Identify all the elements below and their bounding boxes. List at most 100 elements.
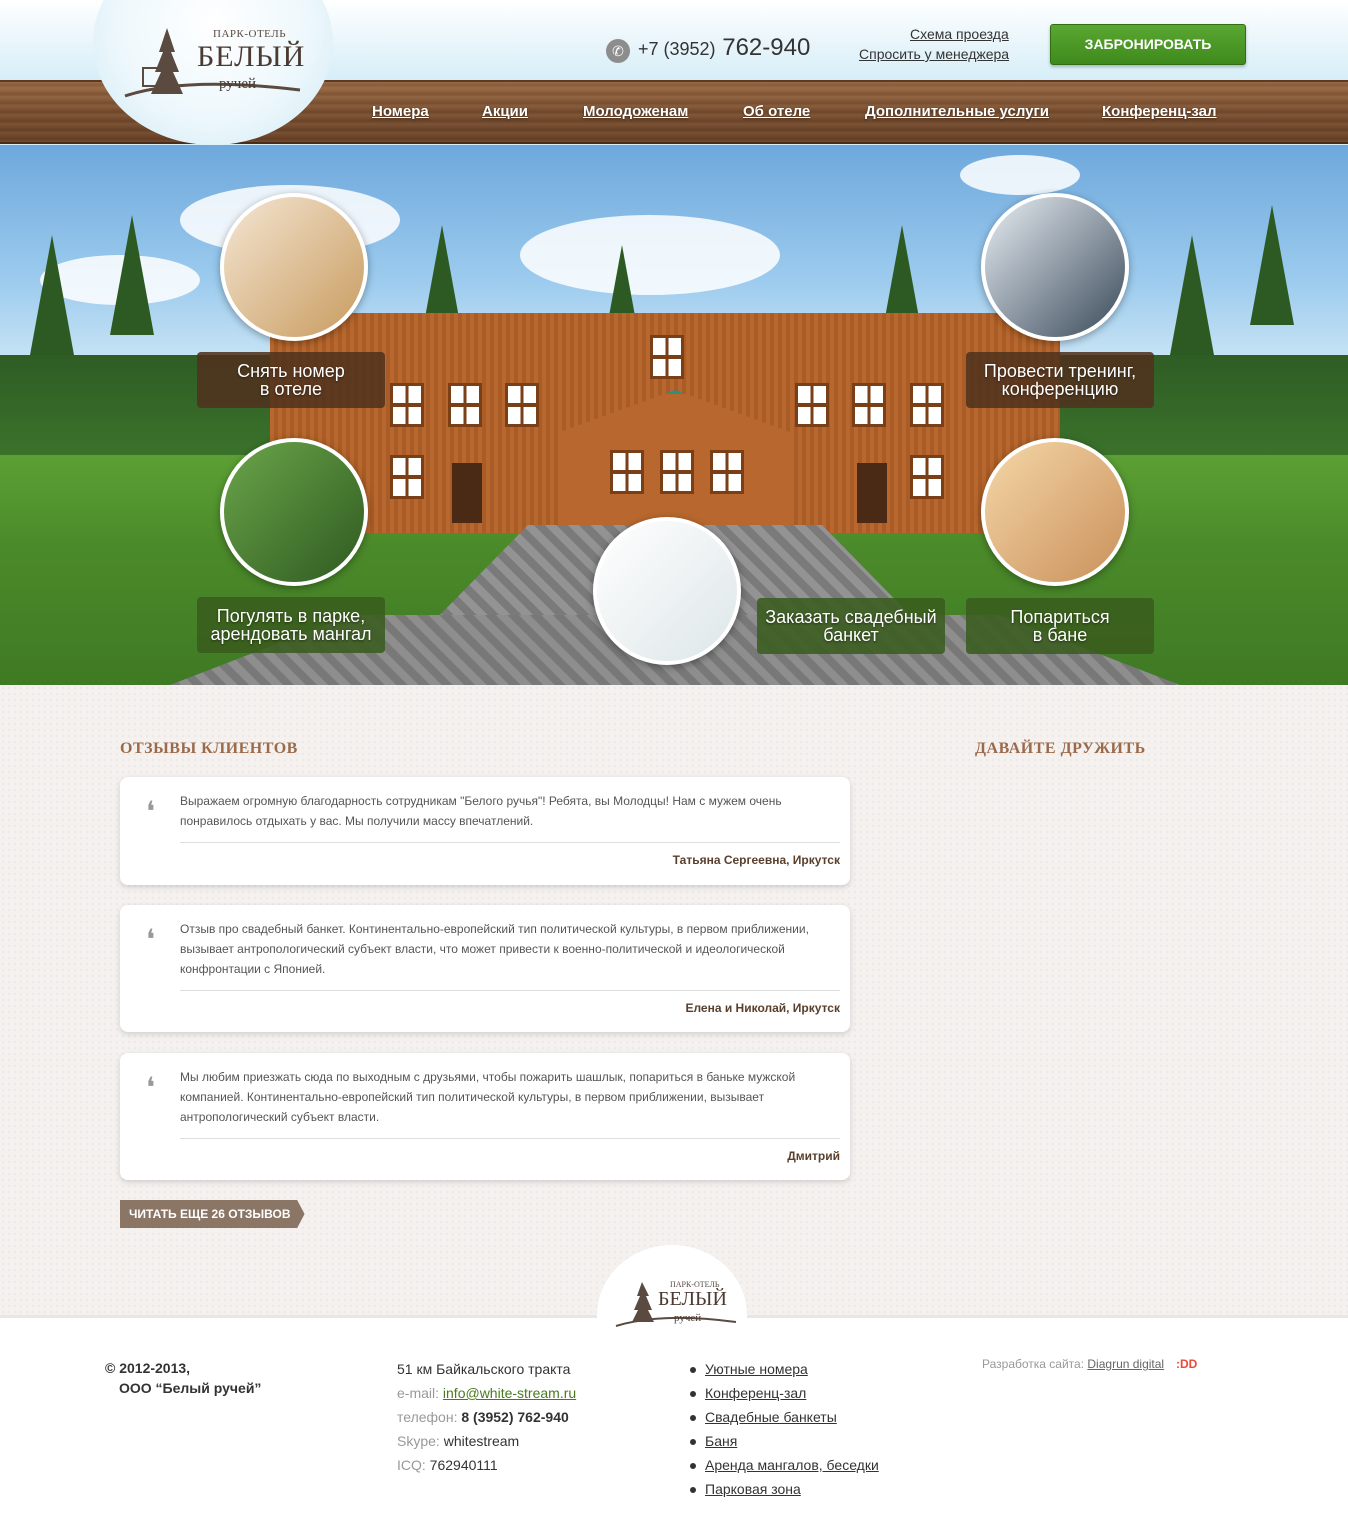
footer-link-grill-rental[interactable]: Аренда мангалов, беседки [705,1457,879,1473]
footer-logo-title: БЕЛЫЙ [658,1288,727,1310]
review-card: ❛ Выражаем огромную благодарность сотруд… [120,777,850,885]
hotel-window [852,383,886,427]
header-phone: +7 (3952) 762-940 [638,34,810,62]
developer-logo[interactable]: :DD [1176,1357,1197,1371]
book-button[interactable]: ЗАБРОНИРОВАТЬ [1050,24,1246,65]
footer-logo-subtitle: ручей [674,1312,702,1324]
review-author: Елена и Николай, Иркутск [685,1001,840,1015]
bullet-icon [690,1439,696,1446]
footer-link-item[interactable]: Конференц-зал [690,1385,806,1401]
training-label-line1: Провести тренинг, [983,361,1137,381]
review-author: Татьяна Сергеевна, Иркутск [672,853,840,867]
park-label[interactable]: Погулять в парке, арендовать мангал [197,597,385,653]
footer-link-conference[interactable]: Конференц-зал [705,1385,806,1401]
bullet-icon [690,1415,696,1422]
nav-rooms[interactable]: Номера [372,103,429,120]
footer-link-item[interactable]: Парковая зона [690,1481,801,1497]
logo-tagline: ПАРК-ОТЕЛЬ [213,28,287,40]
quote-icon: ❛ [146,1073,156,1104]
training-label[interactable]: Провести тренинг, конференцию [966,352,1154,408]
site-header: ПАРК-ОТЕЛЬ БЕЛЫЙ ручей ✆ +7 (3952) 762-9… [0,0,1348,145]
footer-link-item[interactable]: Аренда мангалов, беседки [690,1457,879,1473]
nav-extra-services[interactable]: Дополнительные услуги [865,103,1049,120]
directions-link[interactable]: Схема проезда [910,26,1009,42]
footer-link-weddings[interactable]: Свадебные банкеты [705,1409,837,1425]
hotel-window [660,450,694,494]
nav-promotions[interactable]: Акции [482,103,528,120]
footer-link-rooms[interactable]: Уютные номера [705,1361,808,1377]
footer-phone: 8 (3952) 762-940 [461,1409,569,1425]
rent-room-label-line2: в отеле [259,379,323,399]
site-logo[interactable]: ПАРК-ОТЕЛЬ БЕЛЫЙ ручей [115,24,315,104]
pine-tree [110,215,154,335]
park-label-line1: Погулять в парке, [216,606,366,626]
footer-address: 51 км Байкальского тракта [397,1361,571,1377]
park-photo-bubble[interactable] [220,438,368,586]
wedding-photo-bubble[interactable] [593,517,741,665]
cloud [520,215,780,295]
phone-number: 762-940 [722,34,811,61]
footer-logo[interactable]: ПАРК-ОТЕЛЬ БЕЛЫЙ ручей [612,1276,742,1336]
footer-link-item[interactable]: Баня [690,1433,737,1449]
wedding-label-line1: Заказать свадебный [765,607,937,627]
nav-newlyweds[interactable]: Молодоженам [583,103,688,120]
developer-link[interactable]: Diagrun digital [1087,1357,1164,1371]
sauna-photo-bubble[interactable] [981,438,1129,586]
room-photo-bubble[interactable] [220,193,368,341]
review-text: Выражаем огромную благодарность сотрудни… [180,794,782,828]
logo-title: БЕЛЫЙ [197,40,306,73]
nav-about[interactable]: Об отеле [743,103,810,120]
hotel-window [650,335,684,379]
quote-icon: ❛ [146,925,156,956]
email-label: e-mail: [397,1385,440,1401]
wedding-label[interactable]: Заказать свадебный банкет [757,598,945,654]
bullet-icon [690,1391,696,1398]
hotel-door [857,463,887,523]
review-card: ❛ Отзыв про свадебный банкет. Континента… [120,905,850,1032]
pine-tree [1250,205,1294,325]
read-more-reviews-button[interactable]: ЧИТАТЬ ЕЩЕ 26 ОТЗЫВОВ [120,1200,305,1228]
bullet-icon [690,1463,696,1470]
sauna-label[interactable]: Попариться в бане [966,598,1154,654]
cloud [960,155,1080,195]
hotel-window [610,450,644,494]
review-divider [180,990,840,991]
nav-conference-hall[interactable]: Конференц-зал [1102,103,1217,120]
friends-title: ДАВАЙТЕ ДРУЖИТЬ [975,740,1146,757]
skype-value: whitestream [443,1433,520,1449]
footer-link-item[interactable]: Свадебные банкеты [690,1409,837,1425]
pine-tree [1170,235,1214,355]
developer-credit: Разработка сайта: Diagrun digital [982,1357,1164,1371]
conference-photo-bubble[interactable] [981,193,1129,341]
pine-tree [30,235,74,355]
footer-icq-row: ICQ: 762940111 [397,1457,498,1473]
copyright-years: © 2012-2013, [105,1360,191,1376]
review-text: Мы любим приезжать сюда по выходным с др… [180,1070,796,1124]
footer-link-park[interactable]: Парковая зона [705,1481,801,1497]
footer-link-sauna[interactable]: Баня [705,1433,737,1449]
logo-subtitle: ручей [219,76,257,92]
phone-code: +7 (3952) [638,39,716,59]
hotel-window [795,383,829,427]
footer-email-row: e-mail: info@white-stream.ru [397,1385,576,1401]
ask-manager-link[interactable]: Спросить у менеджера [859,46,1009,62]
copyright-company: ООО “Белый ручей” [119,1380,262,1396]
hotel-window [390,383,424,427]
reviews-title: ОТЗЫВЫ КЛИЕНТОВ [120,740,298,757]
training-label-line2: конференцию [1001,379,1119,399]
icq-value: 762940111 [429,1457,498,1473]
phone-label: телефон: [397,1409,458,1425]
footer-skype-row: Skype: whitestream [397,1433,519,1449]
phone-icon: ✆ [606,39,630,63]
skype-label: Skype: [397,1433,440,1449]
hotel-window [505,383,539,427]
review-card: ❛ Мы любим приезжать сюда по выходным с … [120,1053,850,1180]
email-link[interactable]: info@white-stream.ru [443,1385,576,1401]
bullet-icon [690,1367,696,1374]
wedding-label-line2: банкет [823,625,879,645]
rent-room-label[interactable]: Снять номер в отеле [197,352,385,408]
review-author: Дмитрий [787,1149,840,1163]
footer-link-item[interactable]: Уютные номера [690,1361,808,1377]
hotel-door [452,463,482,523]
hero-banner: Снять номер в отеле Провести тренинг, ко… [0,145,1348,685]
